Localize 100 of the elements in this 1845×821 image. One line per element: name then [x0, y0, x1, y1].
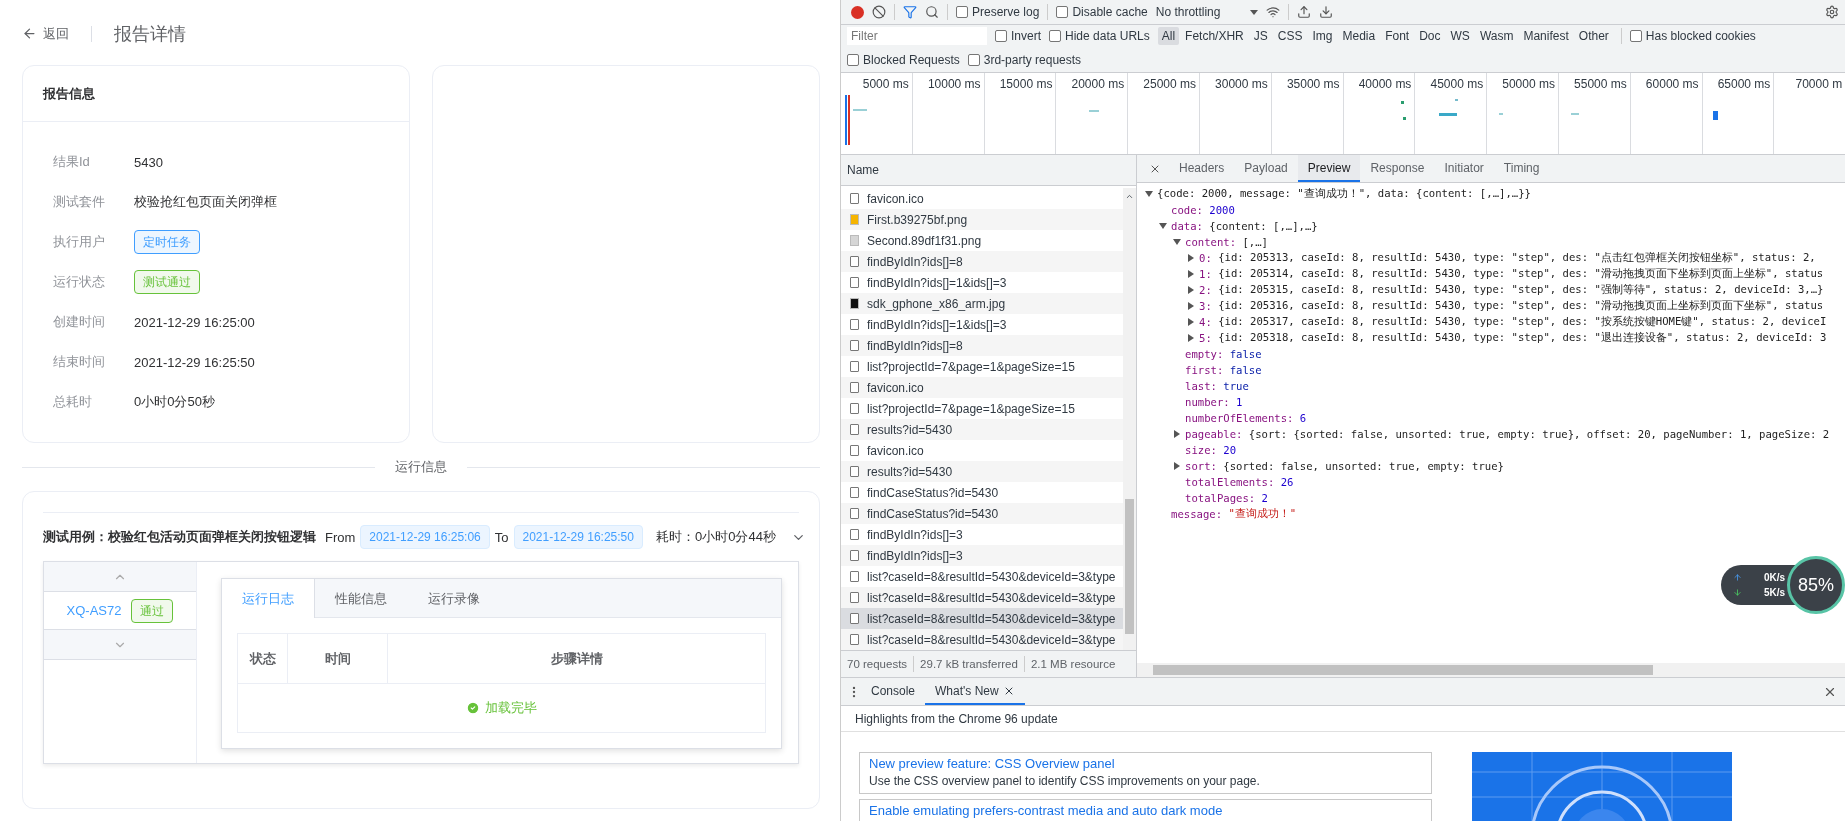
- file-icon: [850, 487, 859, 498]
- request-name: list?caseId=8&resultId=5430&deviceId=3&type: [867, 611, 1116, 626]
- disclosure-triangle-icon[interactable]: [1174, 430, 1180, 438]
- request-row[interactable]: findByIdIn?ids[]=8: [841, 335, 1123, 356]
- checkbox[interactable]: [847, 53, 859, 66]
- resource-type-filter[interactable]: All: [1157, 27, 1180, 45]
- scrollbar[interactable]: [1123, 188, 1136, 650]
- drawer-heading: Highlights from the Chrome 96 update: [855, 711, 1058, 726]
- request-row[interactable]: findCaseStatus?id=5430: [841, 503, 1123, 524]
- checkbox[interactable]: [1629, 30, 1642, 42]
- resource-type-filter[interactable]: Doc: [1415, 27, 1445, 45]
- network-conditions-icon[interactable]: [1266, 5, 1281, 19]
- request-row[interactable]: sdk_gphone_x86_arm.jpg: [841, 293, 1123, 314]
- disclosure-triangle-icon[interactable]: [1188, 270, 1194, 278]
- scrollbar[interactable]: [1137, 663, 1845, 677]
- disclosure-triangle-icon[interactable]: [1174, 462, 1180, 470]
- tab[interactable]: Response: [1360, 155, 1435, 182]
- disclosure-triangle-icon[interactable]: [1173, 239, 1181, 245]
- resource-type-filter[interactable]: WS: [1446, 27, 1474, 45]
- json-line[interactable]: pageable: {sort: {sorted: false, unsorted: true, empty: true}, offset: 20, pageNumber: 1, pageSize: 2: [1143, 426, 1845, 442]
- tab[interactable]: 运行录像: [408, 579, 501, 618]
- scrollbar-thumb[interactable]: [1153, 665, 1653, 675]
- json-line[interactable]: 5: {id: 205318, caseId: 8, resultId: 5430, type: "step", des: "退出连接设备", status: 2, deviceId: 3: [1143, 330, 1845, 346]
- request-row[interactable]: findByIdIn?ids[]=3: [841, 545, 1123, 566]
- json-line[interactable]: 3: {id: 205316, caseId: 8, resultId: 5430, type: "step", des: "滑动拖拽页面上坐标到页面下坐标", status: [1143, 298, 1845, 314]
- field-label: 测试套件: [53, 193, 106, 211]
- disclosure-triangle-icon[interactable]: [1188, 254, 1194, 262]
- json-line[interactable]: data: {content: [,…],…}: [1143, 218, 1845, 234]
- request-row[interactable]: favicon.ico: [841, 377, 1123, 398]
- request-row[interactable]: findByIdIn?ids[]=8: [841, 251, 1123, 272]
- request-name: findByIdIn?ids[]=3: [867, 527, 963, 542]
- tab[interactable]: 性能信息: [315, 579, 408, 618]
- checkbox[interactable]: [967, 53, 980, 66]
- filter-icon[interactable]: [903, 5, 917, 19]
- json-line[interactable]: 4: {id: 205317, caseId: 8, resultId: 5430, type: "step", des: "按系统按键HOME键", status: 2, deviceI: [1143, 314, 1845, 330]
- search-icon[interactable]: [925, 5, 939, 19]
- time-tick-label: 25000 ms: [1143, 77, 1196, 91]
- json-line[interactable]: content: [,…]: [1143, 234, 1845, 250]
- tab[interactable]: Initiator: [1434, 155, 1494, 182]
- file-icon: [850, 445, 859, 456]
- resource-type-filter[interactable]: Manifest: [1519, 27, 1573, 45]
- resource-type-filter[interactable]: Media: [1338, 27, 1380, 45]
- upload-icon[interactable]: [1297, 5, 1312, 19]
- request-name: findByIdIn?ids[]=8: [867, 254, 963, 269]
- file-icon: [850, 613, 859, 624]
- json-line[interactable]: 2: {id: 205315, caseId: 8, resultId: 5430, type: "step", des: "强制等待", status: 2, deviceId: 3,…}: [1143, 282, 1845, 298]
- tab[interactable]: Headers: [1169, 155, 1235, 182]
- checkbox[interactable]: [1049, 30, 1061, 42]
- disclosure-triangle-icon[interactable]: [1188, 334, 1194, 342]
- checkbox[interactable]: [1056, 6, 1069, 18]
- checkbox[interactable]: [956, 6, 968, 18]
- resource-type-filter[interactable]: Wasm: [1475, 27, 1518, 45]
- field-label: 运行状态: [53, 273, 106, 291]
- resource-type-filter[interactable]: Fetch/XHR: [1181, 27, 1248, 45]
- disclosure-triangle-icon[interactable]: [1188, 286, 1194, 294]
- tab[interactable]: Console: [861, 678, 926, 705]
- disclosure-triangle-icon[interactable]: [1159, 223, 1167, 229]
- file-icon: [850, 319, 859, 330]
- tab[interactable]: Preview: [1297, 155, 1361, 182]
- disclosure-triangle-icon[interactable]: [1145, 191, 1153, 197]
- scrollbar-thumb[interactable]: [1125, 499, 1134, 634]
- time-tick-label: 20000 ms: [1071, 77, 1125, 91]
- tab[interactable]: Payload: [1234, 155, 1298, 182]
- download-speed: 5K/s: [1764, 587, 1786, 598]
- request-row[interactable]: list?caseId=8&resultId=5430&deviceId=3&type: [841, 608, 1123, 629]
- disclosure-triangle-icon[interactable]: [1188, 302, 1194, 310]
- device-name: XQ-AS72: [66, 603, 122, 618]
- request-row[interactable]: results?id=5430: [841, 419, 1123, 440]
- download-icon[interactable]: [1319, 5, 1334, 19]
- back-link[interactable]: 返回: [22, 24, 69, 43]
- throttling-select[interactable]: No throttling: [1155, 5, 1259, 19]
- page-title: 报告详情: [114, 22, 186, 46]
- column-header: Name: [847, 163, 879, 177]
- request-name: favicon.ico: [867, 443, 924, 458]
- chevron-up-icon[interactable]: [1125, 192, 1134, 201]
- from-label: From: [325, 529, 356, 545]
- clear-icon[interactable]: [872, 5, 886, 19]
- request-row[interactable]: list?caseId=8&resultId=5430&deviceId=3&type: [841, 587, 1123, 608]
- record-icon[interactable]: [851, 5, 864, 19]
- resource-type-filter[interactable]: Other: [1574, 27, 1613, 45]
- request-row[interactable]: list?caseId=8&resultId=5430&deviceId=3&type: [841, 629, 1123, 650]
- news-link[interactable]: Enable emulating prefers-contrast media and auto dark mode: [869, 803, 1422, 818]
- checkbox[interactable]: [995, 30, 1007, 42]
- tab[interactable]: What's New: [925, 678, 1025, 705]
- settings-icon[interactable]: [1825, 5, 1839, 19]
- disclosure-triangle-icon[interactable]: [1188, 318, 1194, 326]
- request-row[interactable]: First.b39275bf.png: [841, 209, 1123, 230]
- json-line[interactable]: 1: {id: 205314, caseId: 8, resultId: 5430, type: "step", des: "滑动拖拽页面下坐标到页面上坐标", status: [1143, 266, 1845, 282]
- json-line[interactable]: {code: 2000, message: "查询成功！", data: {content: [,…],…}}: [1143, 186, 1845, 202]
- filter-input[interactable]: Filter: [847, 27, 987, 45]
- request-row[interactable]: results?id=5430: [841, 461, 1123, 482]
- file-icon: [850, 424, 859, 435]
- json-line[interactable]: 0: {id: 205313, caseId: 8, resultId: 5430, type: "step", des: "点击红包弹框关闭按钮坐标", status: 2,: [1143, 250, 1845, 266]
- resource-type-filter[interactable]: Img: [1308, 27, 1337, 45]
- news-link[interactable]: New preview feature: CSS Overview panel: [869, 756, 1422, 771]
- json-line[interactable]: sort: {sorted: false, unsorted: true, empty: true}: [1143, 458, 1845, 474]
- resource-type-filter[interactable]: Font: [1381, 27, 1414, 45]
- resource-type-filter[interactable]: JS: [1249, 27, 1272, 45]
- resource-type-filter[interactable]: CSS: [1273, 27, 1307, 45]
- tab[interactable]: Timing: [1493, 155, 1550, 182]
